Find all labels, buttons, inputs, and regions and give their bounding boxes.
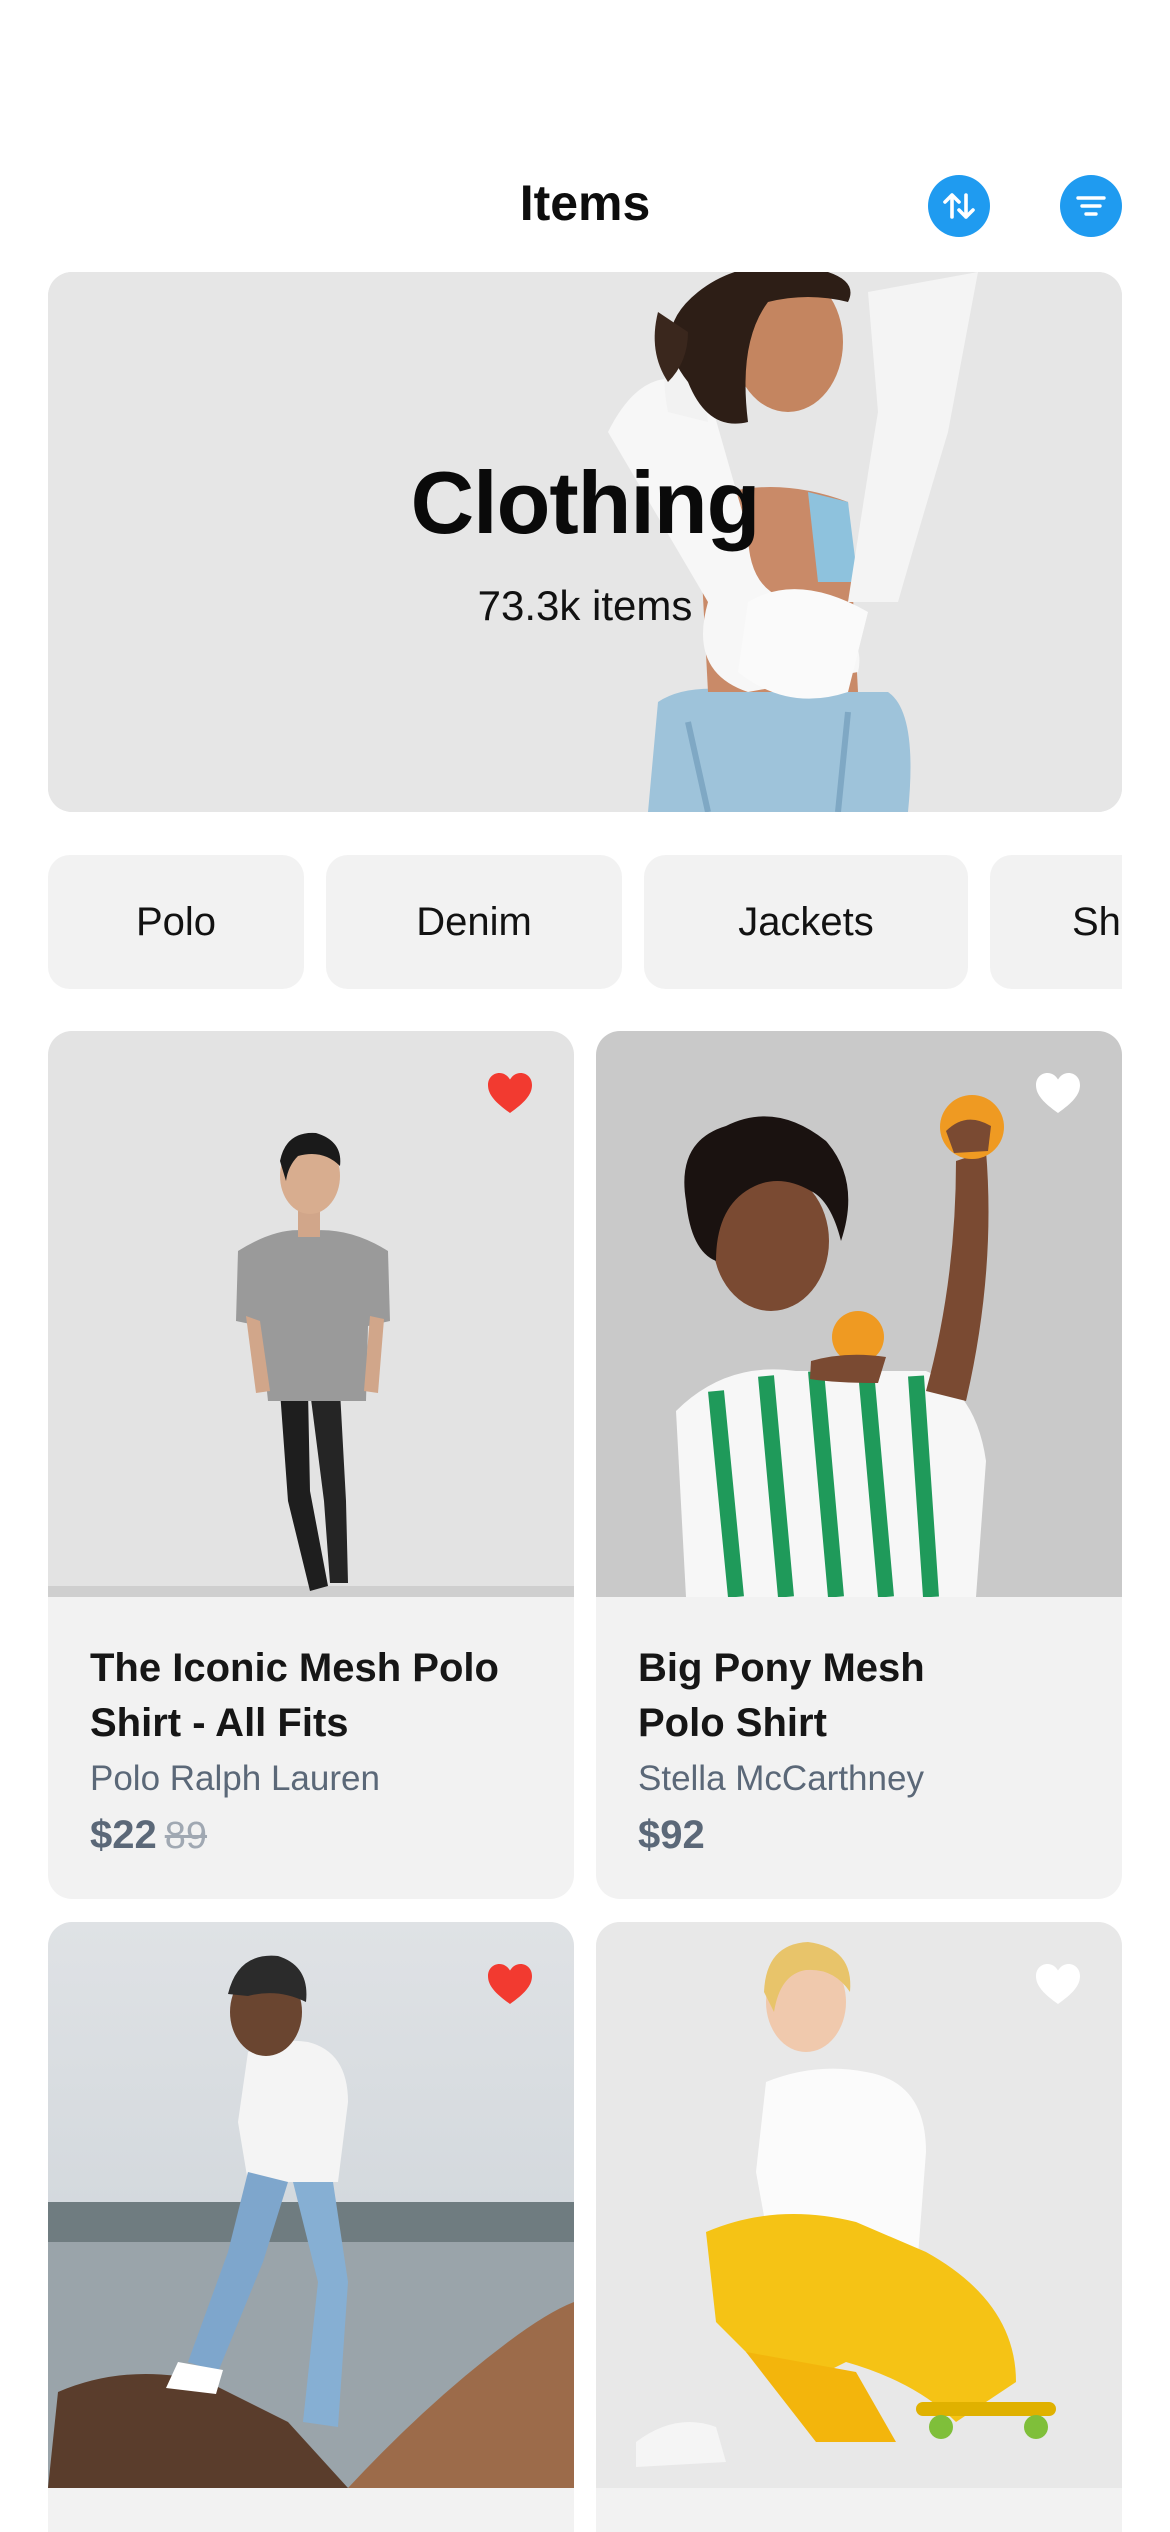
product-info: The Iconic Mesh Polo Shirt - All Fits Po…: [90, 1641, 544, 1864]
product-photo: [596, 1922, 1122, 2488]
product-price: $92: [638, 1813, 705, 1857]
product-photo: [48, 1031, 574, 1597]
filter-lines-icon: [1076, 196, 1106, 216]
chip-denim[interactable]: Denim: [326, 855, 622, 989]
product-name-line2: Shirt - All Fits: [90, 1701, 349, 1745]
hero-item-count: 73.3k items: [477, 582, 693, 629]
product-name: Big Pony Mesh Polo Shirt: [638, 1641, 1092, 1751]
product-price-row: $22 89: [90, 1807, 544, 1864]
product-card[interactable]: The Iconic Mesh Polo Shirt - All Fits Po…: [48, 1031, 574, 1899]
product-brand: Polo Ralph Lauren: [90, 1759, 380, 1798]
product-card[interactable]: [596, 1922, 1122, 2532]
product-price-row: $92: [638, 1807, 1092, 1863]
product-brand: Stella McCarthney: [638, 1759, 924, 1798]
product-name-line1: The Iconic Mesh Polo: [90, 1646, 499, 1690]
product-info: Big Pony Mesh Polo Shirt Stella McCarthn…: [638, 1641, 1092, 1863]
hero-title: Clothing: [410, 453, 761, 552]
filter-button[interactable]: [1060, 175, 1122, 237]
heart-icon[interactable]: [1034, 1962, 1082, 2006]
product-card[interactable]: [48, 1922, 574, 2532]
product-name-line2: Polo Shirt: [638, 1701, 827, 1745]
product-name-line1: Big Pony Mesh: [638, 1646, 925, 1690]
chip-polo[interactable]: Polo: [48, 855, 304, 989]
heart-icon[interactable]: [1034, 1071, 1082, 1115]
product-card[interactable]: Big Pony Mesh Polo Shirt Stella McCarthn…: [596, 1031, 1122, 1899]
product-name: The Iconic Mesh Polo Shirt - All Fits: [90, 1641, 544, 1751]
heart-icon[interactable]: [486, 1071, 534, 1115]
category-hero-banner[interactable]: Clothing 73.3k items: [48, 272, 1122, 812]
product-price: $22: [90, 1813, 157, 1857]
product-old-price: 89: [164, 1815, 208, 1857]
top-bar: Items: [0, 160, 1170, 254]
product-photo: [48, 1922, 574, 2488]
heart-icon[interactable]: [486, 1962, 534, 2006]
category-chip-list: Polo Denim Jackets Sh: [48, 855, 1122, 989]
chip-partial[interactable]: Sh: [990, 855, 1122, 989]
product-photo: [596, 1031, 1122, 1597]
page-title: Items: [519, 175, 651, 231]
chip-jackets[interactable]: Jackets: [644, 855, 968, 989]
sort-arrows-icon: [943, 193, 975, 219]
sort-button[interactable]: [928, 175, 990, 237]
